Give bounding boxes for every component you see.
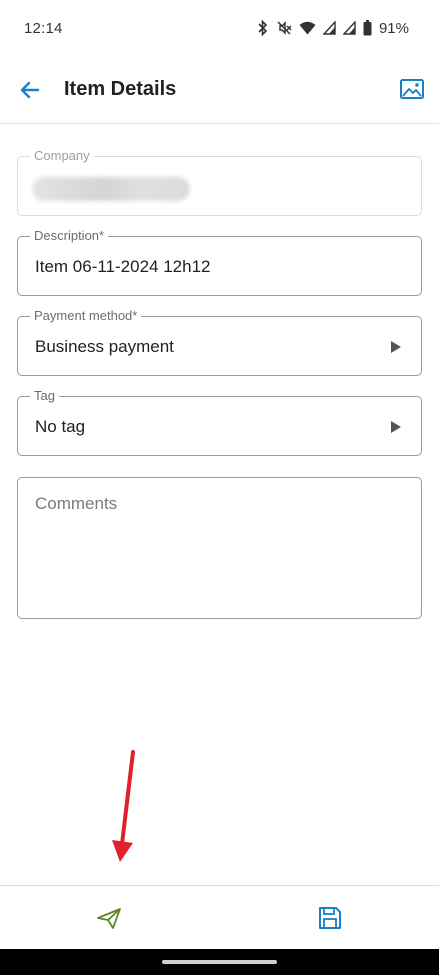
- annotation-arrow: [112, 750, 135, 862]
- bluetooth-icon: [258, 20, 268, 36]
- company-field: Company: [17, 148, 422, 216]
- save-icon: [319, 907, 341, 929]
- home-handle[interactable]: [162, 960, 277, 964]
- signal-icon: [342, 21, 356, 35]
- tag-value: No tag: [35, 417, 86, 436]
- image-icon: [400, 79, 424, 99]
- tag-select[interactable]: Tag No tag: [17, 388, 422, 456]
- company-label: Company: [30, 148, 94, 164]
- signal-icon: [322, 21, 336, 35]
- comments-placeholder: Comments: [35, 494, 118, 513]
- payment-method-select[interactable]: Payment method* Business payment: [17, 308, 422, 376]
- bottom-action-bar: [0, 885, 439, 949]
- description-field[interactable]: Description* Item 06-11-2024 12h12: [17, 228, 422, 296]
- chevron-right-icon: [391, 421, 401, 433]
- app-bar: Item Details: [0, 56, 439, 124]
- battery-icon: [363, 20, 372, 36]
- back-button[interactable]: [18, 78, 42, 102]
- status-time: 12:14: [24, 19, 63, 37]
- page-title: Item Details: [64, 78, 177, 100]
- save-button[interactable]: [318, 906, 342, 930]
- payment-method-label: Payment method*: [30, 308, 142, 324]
- wifi-icon: [299, 21, 316, 35]
- image-button[interactable]: [399, 76, 425, 102]
- send-icon: [97, 908, 121, 929]
- status-icons: 91%: [257, 20, 409, 37]
- mute-icon: [277, 21, 292, 35]
- comments-field[interactable]: Comments: [17, 477, 422, 619]
- description-value: Item 06-11-2024 12h12: [35, 257, 211, 276]
- company-value-redacted: [32, 177, 190, 201]
- arrow-left-icon: [20, 81, 40, 99]
- status-bar: 12:14 91%: [0, 0, 439, 56]
- send-button[interactable]: [96, 906, 122, 930]
- description-label: Description*: [30, 228, 109, 244]
- chevron-right-icon: [391, 341, 401, 353]
- battery-level: 91%: [378, 19, 409, 37]
- tag-label: Tag: [30, 388, 59, 404]
- payment-method-value: Business payment: [35, 337, 174, 356]
- system-nav-bar: [0, 949, 439, 975]
